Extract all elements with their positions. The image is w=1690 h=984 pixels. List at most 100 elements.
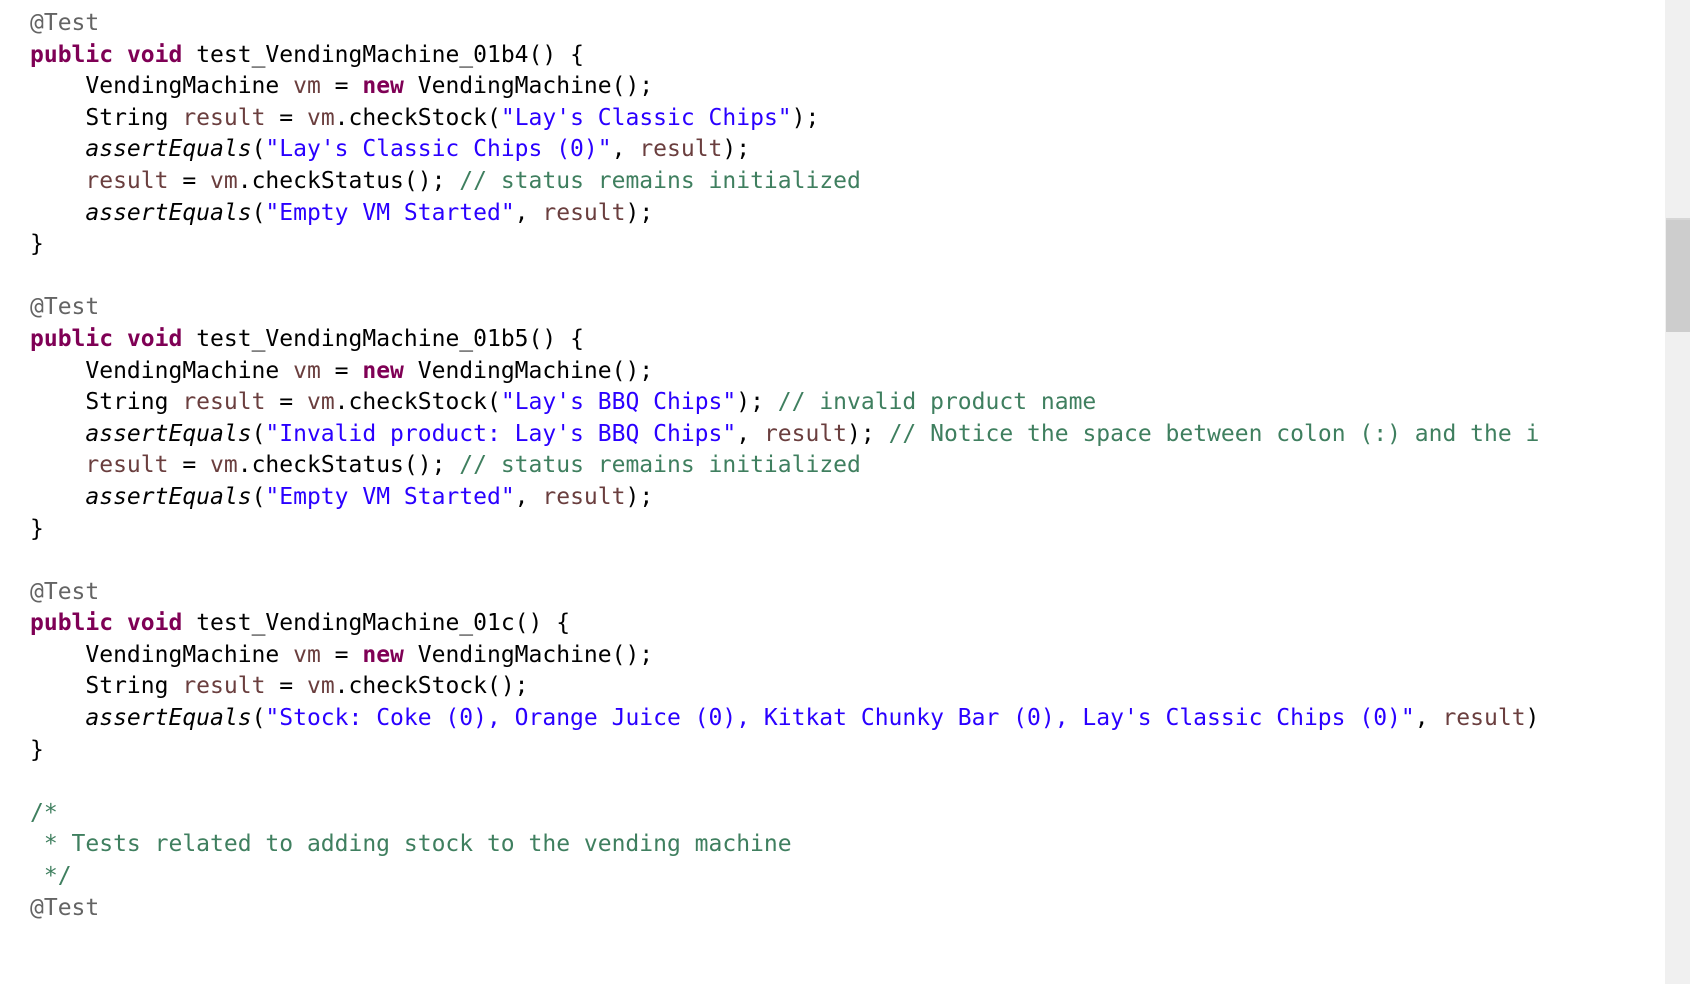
code-token-plain: = xyxy=(168,167,211,194)
code-line[interactable]: @Test xyxy=(0,8,1539,40)
code-token-local: vm xyxy=(293,73,321,100)
code-token-plain: VendingMachine xyxy=(30,641,294,668)
code-token-annot: @Test xyxy=(30,894,100,921)
java-code-editor[interactable]: @Test public void test_VendingMachine_01b… xyxy=(0,0,1690,984)
code-line[interactable] xyxy=(0,261,1539,293)
code-token-plain: String xyxy=(30,104,183,131)
code-token-string: "Stock: Coke (0), Orange Juice (0), Kitk… xyxy=(265,705,1415,732)
code-line[interactable]: VendingMachine vm = new VendingMachine()… xyxy=(0,356,1539,388)
code-line[interactable] xyxy=(0,545,1539,577)
vertical-scrollbar[interactable] xyxy=(1664,0,1690,984)
code-line[interactable]: @Test xyxy=(0,577,1539,609)
code-token-string: "Invalid product: Lay's BBQ Chips" xyxy=(265,420,737,447)
code-line[interactable]: assertEquals("Lay's Classic Chips (0)", … xyxy=(0,134,1539,166)
code-line[interactable]: assertEquals("Stock: Coke (0), Orange Ju… xyxy=(0,703,1539,735)
code-token-plain: , xyxy=(514,199,543,226)
code-token-keyword: new xyxy=(362,357,404,384)
code-token-local: vm xyxy=(293,357,321,384)
code-token-plain: ); xyxy=(722,136,751,163)
code-token-local: vm xyxy=(210,167,238,194)
code-token-local: result xyxy=(639,136,723,163)
code-line[interactable]: String result = vm.checkStock("Lay's Cla… xyxy=(0,103,1539,135)
code-token-plain: VendingMachine xyxy=(30,357,294,384)
code-token-static: assertEquals xyxy=(85,136,252,163)
code-token-plain: VendingMachine(); xyxy=(403,641,654,668)
code-token-plain: ( xyxy=(251,199,266,226)
code-line[interactable]: /* xyxy=(0,798,1539,830)
code-line[interactable]: result = vm.checkStatus(); // status rem… xyxy=(0,450,1539,482)
code-line[interactable]: assertEquals("Empty VM Started", result)… xyxy=(0,198,1539,230)
code-token-keyword: void xyxy=(126,325,183,352)
code-token-plain: ( xyxy=(251,705,266,732)
code-token-local: result xyxy=(85,452,169,479)
code-line[interactable]: public void test_VendingMachine_01b5() { xyxy=(0,324,1539,356)
code-token-plain: = xyxy=(265,104,307,131)
code-token-plain: .checkStatus(); xyxy=(237,167,460,194)
code-viewport[interactable]: @Test public void test_VendingMachine_01b… xyxy=(0,0,1664,984)
code-token-string: "Empty VM Started" xyxy=(265,483,515,510)
code-token-string: "Lay's Classic Chips (0)" xyxy=(265,136,612,163)
code-token-comment: // status remains initialized xyxy=(459,452,861,479)
code-line[interactable] xyxy=(0,766,1539,798)
code-line[interactable]: @Test xyxy=(0,893,1539,925)
code-token-local: result xyxy=(182,673,266,700)
code-token-local: result xyxy=(542,483,626,510)
code-line[interactable]: VendingMachine vm = new VendingMachine()… xyxy=(0,71,1539,103)
code-token-plain: ); xyxy=(736,389,778,416)
code-token-local: result xyxy=(763,420,848,447)
code-token-local: vm xyxy=(306,673,335,700)
code-line[interactable]: result = vm.checkStatus(); // status rem… xyxy=(0,166,1539,198)
code-line[interactable]: public void test_VendingMachine_01c() { xyxy=(0,608,1539,640)
code-token-plain: ); xyxy=(791,104,820,131)
code-token-plain: String xyxy=(30,389,183,416)
code-line[interactable]: } xyxy=(0,229,1539,261)
code-token-plain: VendingMachine(); xyxy=(403,73,654,100)
code-token-string: "Empty VM Started" xyxy=(265,199,515,226)
vertical-scrollbar-thumb[interactable] xyxy=(1666,218,1690,332)
code-token-plain: test_VendingMachine_01c() { xyxy=(182,610,571,637)
code-token-static: assertEquals xyxy=(85,199,252,226)
code-token-plain: ); xyxy=(847,420,889,447)
code-line[interactable]: assertEquals("Invalid product: Lay's BBQ… xyxy=(0,419,1539,451)
code-token-plain: = xyxy=(320,641,363,668)
code-token-keyword: new xyxy=(362,73,404,100)
code-line[interactable]: */ xyxy=(0,861,1539,893)
code-token-comment: */ xyxy=(30,863,72,890)
code-token-static: assertEquals xyxy=(85,705,252,732)
code-lines-container[interactable]: @Test public void test_VendingMachine_01b… xyxy=(0,0,1539,924)
code-token-plain: , xyxy=(736,420,764,447)
code-token-plain: ( xyxy=(251,136,266,163)
code-token-plain: .checkStatus(); xyxy=(237,452,460,479)
code-token-plain: ); xyxy=(625,199,654,226)
code-token-plain: ); xyxy=(625,483,654,510)
code-token-keyword: public xyxy=(30,325,114,352)
code-token-comment: /* xyxy=(30,799,58,826)
code-line[interactable]: public void test_VendingMachine_01b4() { xyxy=(0,40,1539,72)
code-token-plain: ) xyxy=(1525,705,1540,732)
code-line[interactable]: * Tests related to adding stock to the v… xyxy=(0,829,1539,861)
code-token-keyword: public xyxy=(30,610,114,637)
code-line[interactable]: String result = vm.checkStock("Lay's BBQ… xyxy=(0,387,1539,419)
code-token-annot: @Test xyxy=(30,10,100,36)
code-line[interactable]: VendingMachine vm = new VendingMachine()… xyxy=(0,640,1539,672)
code-token-string: "Lay's Classic Chips" xyxy=(500,104,792,131)
code-token-local: vm xyxy=(293,641,321,668)
code-line[interactable]: assertEquals("Empty VM Started", result)… xyxy=(0,482,1539,514)
code-token-local: result xyxy=(542,199,626,226)
code-line[interactable]: @Test xyxy=(0,292,1539,324)
code-token-local: vm xyxy=(306,104,335,131)
code-line[interactable]: } xyxy=(0,735,1539,767)
code-token-static: assertEquals xyxy=(85,483,252,510)
code-token-keyword: void xyxy=(126,41,183,68)
code-line[interactable]: } xyxy=(0,514,1539,546)
code-line[interactable]: String result = vm.checkStock(); xyxy=(0,671,1539,703)
code-token-plain: = xyxy=(320,357,363,384)
code-token-plain: } xyxy=(30,231,44,258)
